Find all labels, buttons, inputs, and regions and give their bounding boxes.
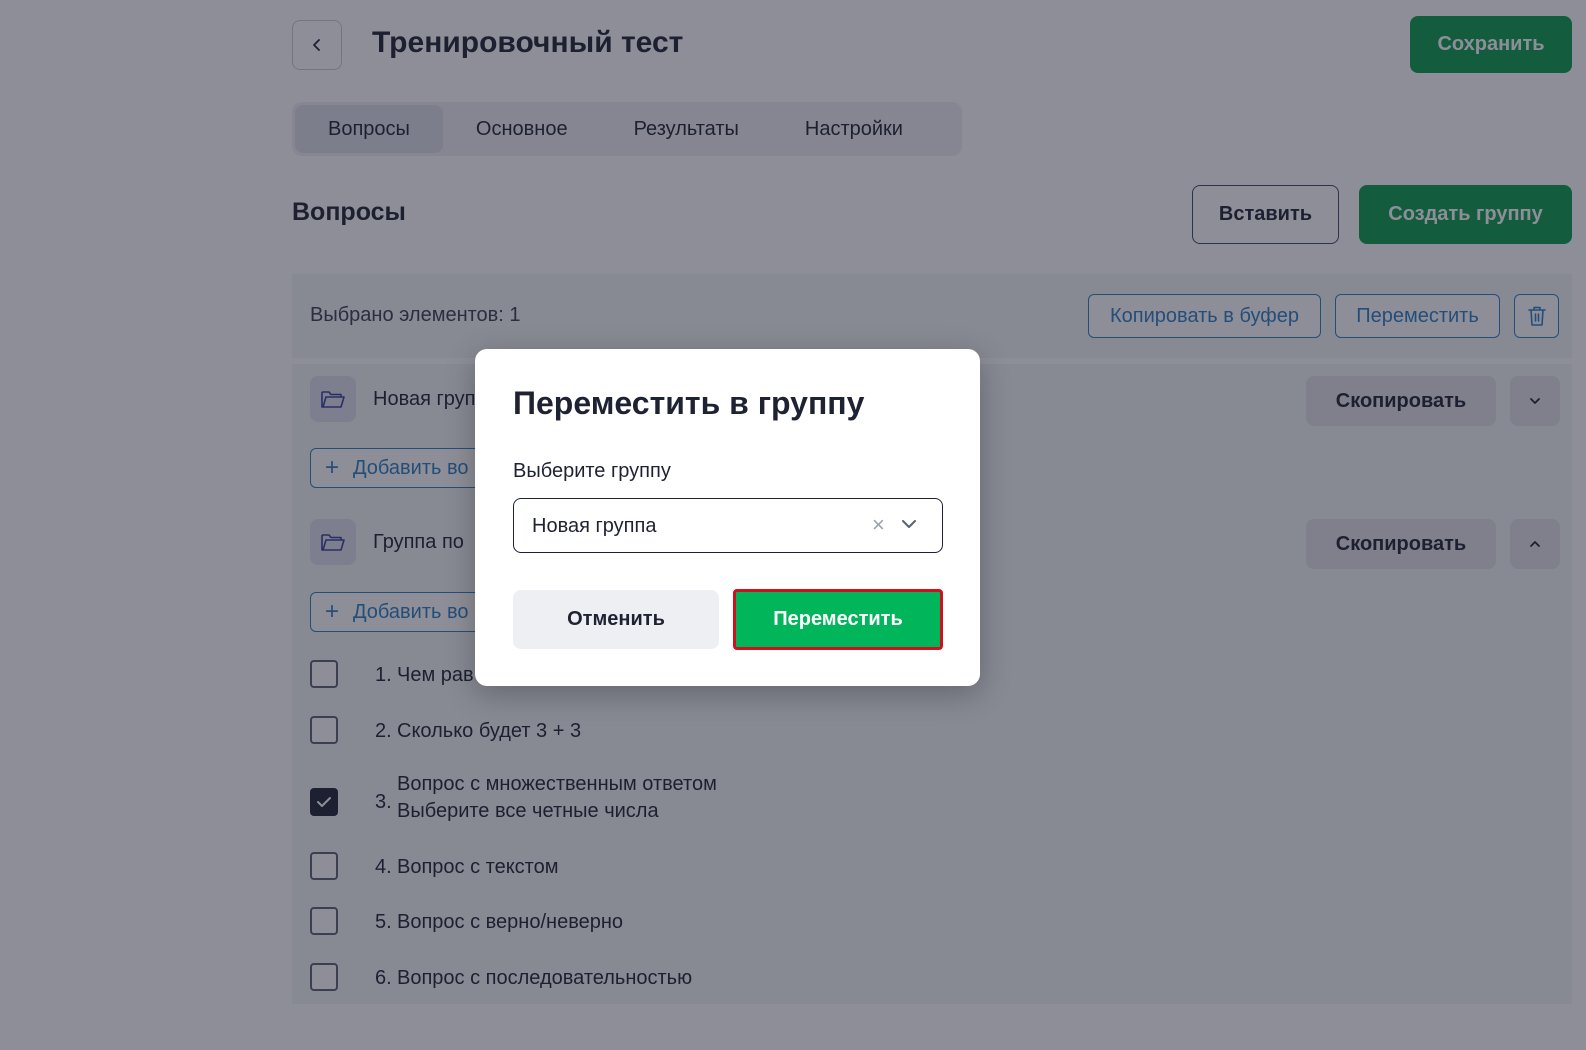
move-to-group-dialog: Переместить в группу Выберите группу Нов…	[475, 349, 980, 686]
close-icon[interactable]: ×	[872, 513, 885, 537]
dialog-title: Переместить в группу	[513, 385, 865, 421]
selected-group-value: Новая группа	[532, 515, 657, 537]
chevron-down-icon[interactable]	[900, 515, 918, 533]
cancel-button[interactable]: Отменить	[513, 590, 719, 649]
group-select[interactable]: Новая группа ×	[513, 498, 943, 553]
group-select-label: Выберите группу	[513, 460, 671, 482]
confirm-move-button[interactable]: Переместить	[733, 589, 943, 650]
